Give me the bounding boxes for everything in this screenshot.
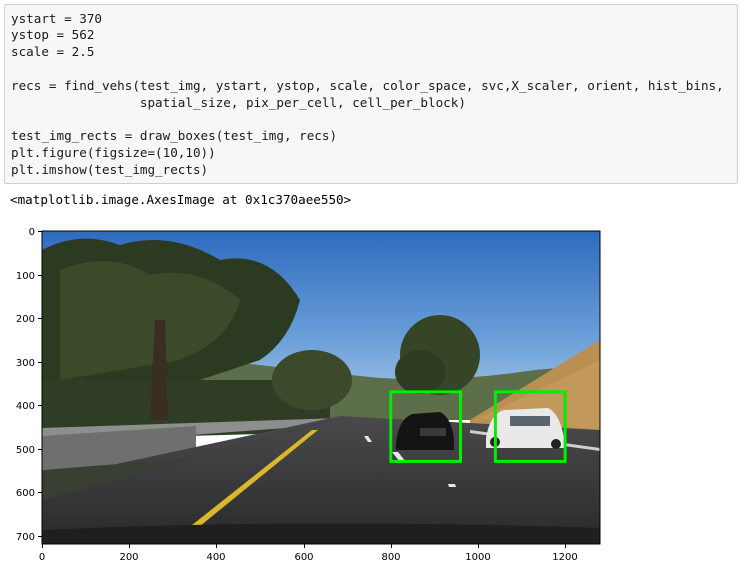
y-tick-label: 600 xyxy=(16,488,35,499)
y-tick-label: 200 xyxy=(16,314,35,325)
x-tick-label: 0 xyxy=(39,552,45,563)
road-image xyxy=(42,231,600,544)
y-tick-label: 100 xyxy=(16,271,35,282)
y-tick-label: 500 xyxy=(16,445,35,456)
x-tick-label: 1200 xyxy=(552,552,577,563)
y-tick-label: 0 xyxy=(29,227,35,238)
x-tick-label: 800 xyxy=(381,552,400,563)
x-tick-label: 400 xyxy=(206,552,225,563)
y-tick-label: 400 xyxy=(16,401,35,412)
x-tick-label: 600 xyxy=(294,552,313,563)
x-tick-label: 200 xyxy=(119,552,138,563)
x-tick-label: 1000 xyxy=(465,552,490,563)
plot-figure: 0 200 400 600 800 1000 1200 0 100 200 30… xyxy=(16,227,601,563)
y-tick-label: 300 xyxy=(16,358,35,369)
y-tick-label: 700 xyxy=(16,532,35,543)
